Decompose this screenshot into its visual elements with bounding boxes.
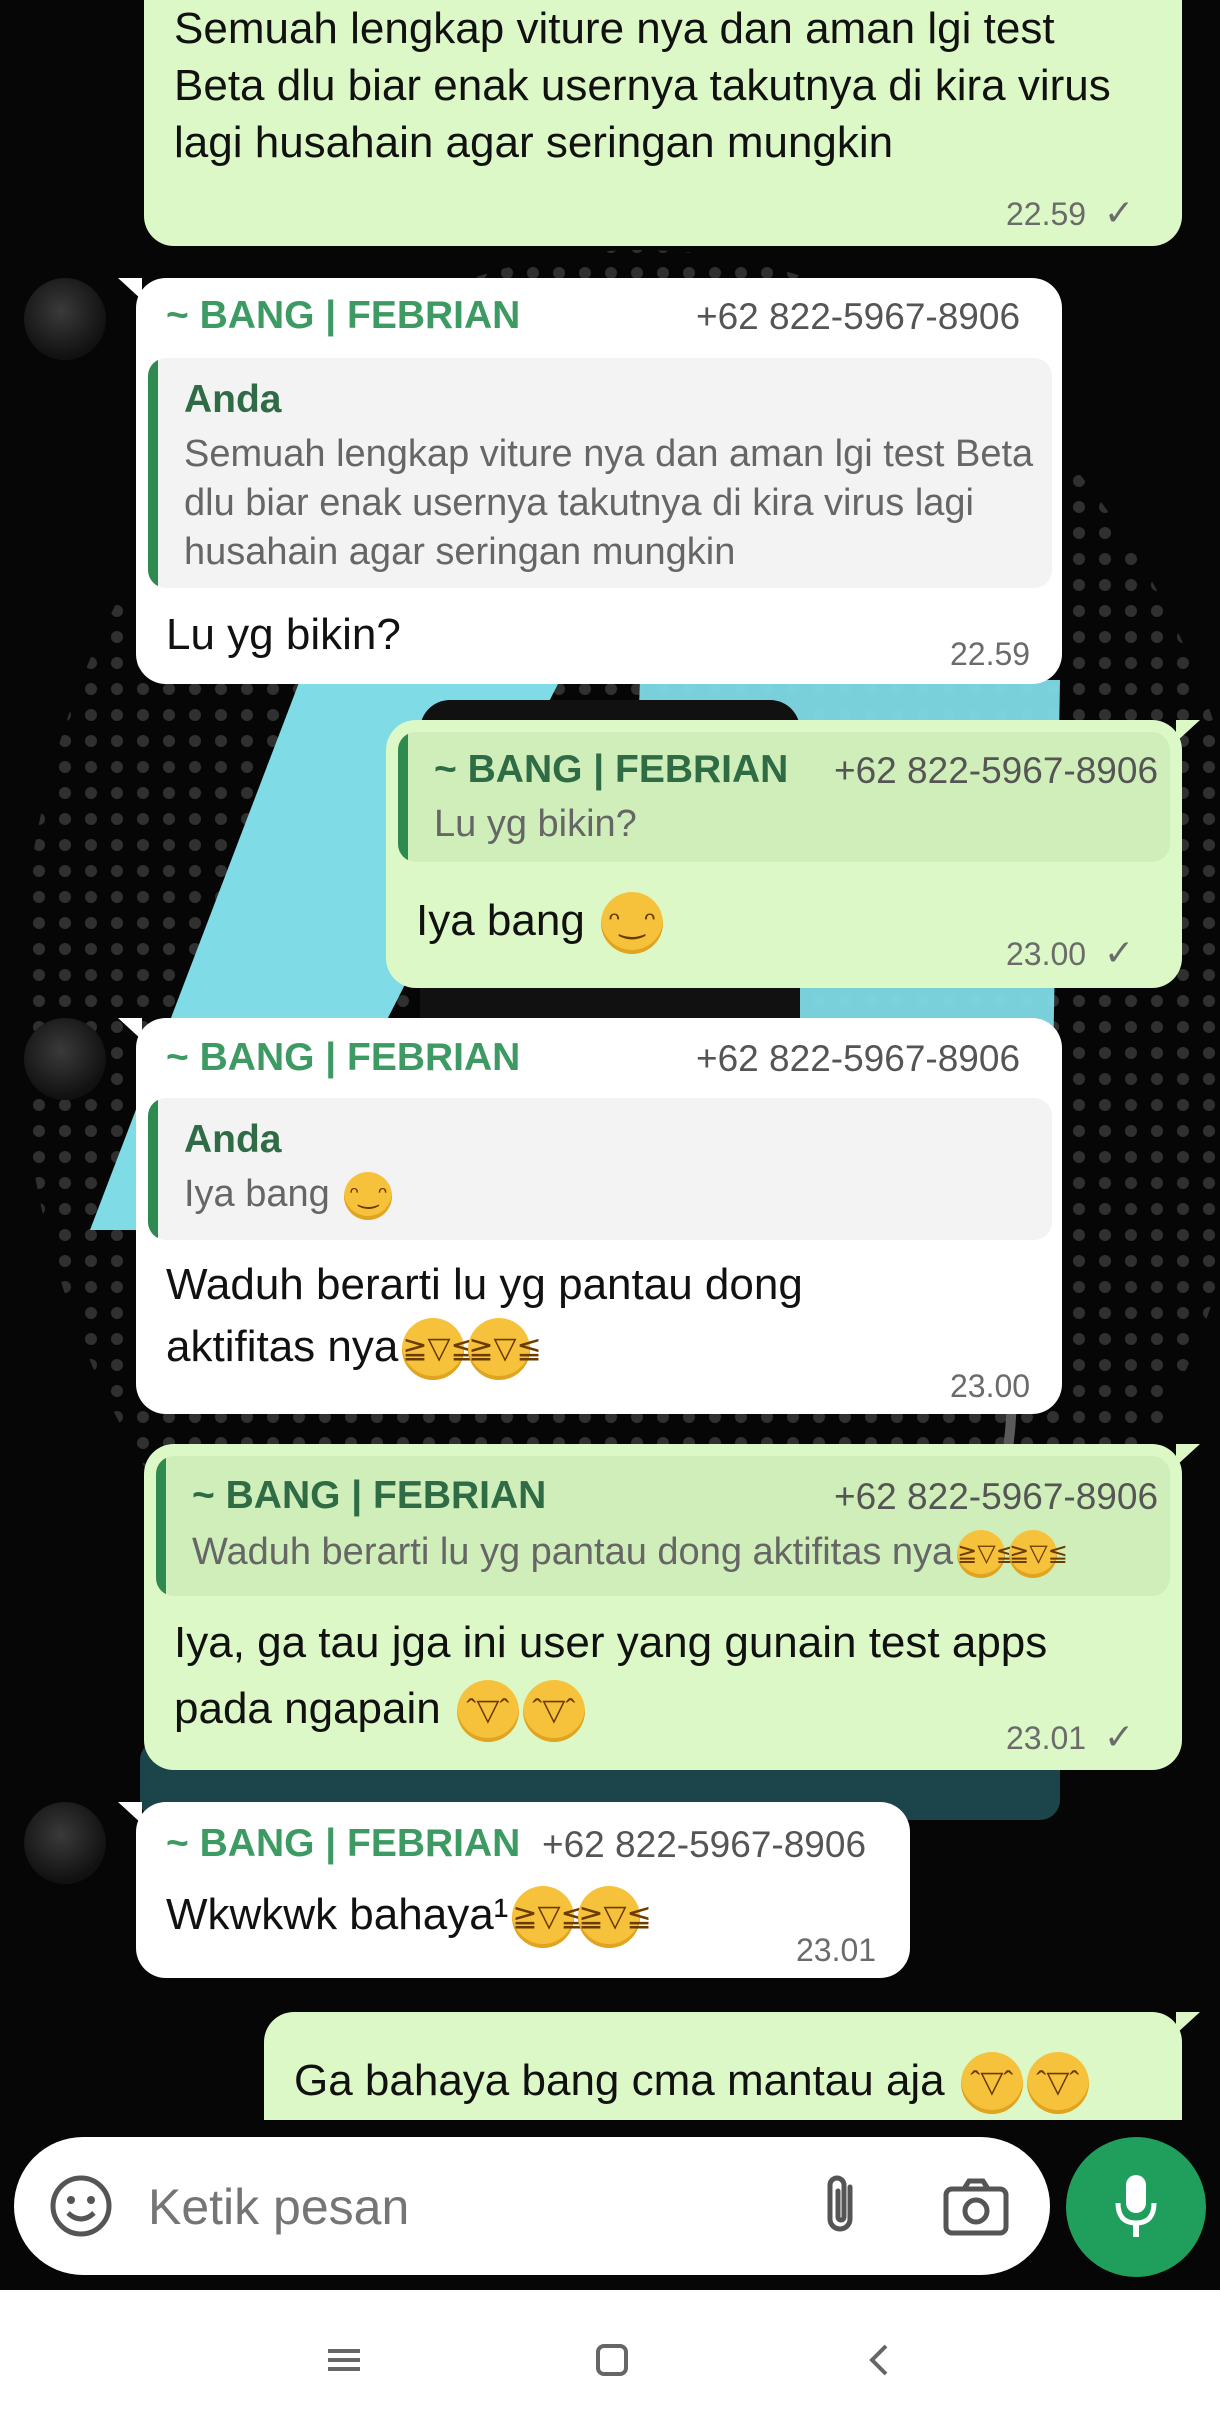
message-time: 23.00	[1006, 936, 1087, 972]
quoted-message[interactable]: ~ BANG | FEBRIAN +62 822-5967-8906 Waduh…	[156, 1456, 1170, 1596]
message-text: Ga bahaya bang cma mantau aja	[294, 2056, 945, 2105]
quote-phone: +62 822-5967-8906	[834, 750, 1159, 791]
bubble-tail	[1176, 1444, 1200, 1466]
message-text-row: pada ngapain ˆ▽ˆ ˆ▽ˆ	[174, 1680, 585, 1743]
back-icon[interactable]	[862, 2342, 898, 2383]
message-outgoing[interactable]: ~ BANG | FEBRIAN +62 822-5967-8906 Waduh…	[144, 1444, 1200, 1770]
message-text-row: Wkwkwk bahaya¹ ≧▽≦≧▽≦	[166, 1886, 652, 1949]
message-time: 23.01	[1006, 1720, 1087, 1756]
message-time: 23.00	[950, 1368, 1031, 1404]
message-time: 23.01	[796, 1932, 877, 1968]
sender-name[interactable]: ~ BANG | FEBRIAN	[166, 1822, 520, 1866]
chat-background: Semuah lengkap viture nya dan aman lgi t…	[0, 0, 1220, 2290]
message-text: Waduh berarti lu yg pantau dong	[166, 1260, 803, 1309]
message-incoming[interactable]: ~ BANG | FEBRIAN +62 822-5967-8906 Wkwkw…	[118, 1802, 910, 1978]
message-incoming[interactable]: ~ BANG | FEBRIAN +62 822-5967-8906 Anda …	[118, 1018, 1062, 1414]
mic-icon	[1114, 2173, 1158, 2246]
sender-phone: +62 822-5967-8906	[696, 296, 1021, 337]
joy-emoji-icon: ˆ▽ˆ	[1026, 2052, 1089, 2115]
system-navbar	[0, 2290, 1220, 2433]
quote-text: Waduh berarti lu yg pantau dong aktifita…	[192, 1531, 954, 1573]
sweat-smile-emoji-icon: ᵔ‿ᵔ	[344, 1171, 393, 1220]
quote-text: Lu yg bikin?	[434, 803, 637, 845]
quote-phone: +62 822-5967-8906	[834, 1476, 1159, 1517]
sender-name[interactable]: ~ BANG | FEBRIAN	[166, 1036, 520, 1080]
avatar[interactable]	[24, 1018, 106, 1100]
avatar[interactable]	[24, 278, 106, 360]
quoted-message[interactable]: Anda Iya bang ᵔ‿ᵔ	[148, 1098, 1052, 1240]
rofl-emoji-icon: ≧▽≦	[402, 1318, 476, 1381]
camera-icon[interactable]	[942, 2175, 1010, 2242]
message-input[interactable]	[146, 2167, 770, 2247]
message-time: 22.59	[1006, 196, 1087, 232]
rofl-emoji-icon: ≧▽≦	[468, 1318, 542, 1381]
bubble-tail	[1176, 720, 1200, 742]
quote-sender: Anda	[184, 1118, 282, 1161]
joy-emoji-icon: ˆ▽ˆ	[522, 1680, 585, 1743]
emoji-icon[interactable]	[48, 2173, 114, 2244]
bubble-tail	[1176, 2012, 1200, 2034]
sent-check-icon: ✓	[1104, 192, 1135, 233]
message-outgoing[interactable]: Semuah lengkap viture nya dan aman lgi t…	[144, 0, 1182, 246]
sender-name[interactable]: ~ BANG | FEBRIAN	[166, 294, 520, 338]
message-text-row: aktifitas nya ≧▽≦≧▽≦	[166, 1318, 542, 1381]
avatar[interactable]	[24, 1802, 106, 1884]
quoted-message[interactable]: ~ BANG | FEBRIAN +62 822-5967-8906 Lu yg…	[398, 732, 1170, 862]
quoted-message[interactable]: Anda Semuah lengkap viture nya dan aman …	[148, 358, 1052, 588]
message-text: aktifitas nya	[166, 1322, 399, 1371]
message-text: Semuah lengkap viture nya dan aman lgi t…	[174, 4, 1111, 167]
message-text: Wkwkwk bahaya¹	[166, 1890, 509, 1939]
bubble-tail	[118, 1018, 142, 1040]
message-outgoing[interactable]: ~ BANG | FEBRIAN +62 822-5967-8906 Lu yg…	[386, 720, 1200, 988]
sent-check-icon: ✓	[1104, 1716, 1135, 1757]
message-text-row: Iya bang ᵔ‿ᵔ	[416, 892, 664, 955]
message-composer[interactable]	[14, 2137, 1050, 2275]
recent-apps-icon[interactable]	[326, 2342, 362, 2383]
joy-emoji-icon: ˆ▽ˆ	[456, 1680, 519, 1743]
quote-sender: ~ BANG | FEBRIAN	[192, 1474, 547, 1517]
message-text: Iya bang	[416, 896, 585, 945]
joy-emoji-icon: ˆ▽ˆ	[960, 2052, 1023, 2115]
home-icon[interactable]	[594, 2342, 630, 2383]
mic-button[interactable]	[1066, 2137, 1206, 2277]
message-text: Iya, ga tau jga ini user yang gunain tes…	[174, 1618, 1048, 1667]
quote-text-row: Iya bang ᵔ‿ᵔ	[184, 1170, 393, 1220]
message-text: Lu yg bikin?	[166, 610, 401, 659]
quote-sender: ~ BANG | FEBRIAN	[434, 748, 789, 791]
rofl-emoji-icon: ≧▽≦	[512, 1886, 586, 1949]
message-incoming[interactable]: ~ BANG | FEBRIAN +62 822-5967-8906 Anda …	[118, 278, 1062, 684]
rofl-emoji-icon: ≧▽≦	[957, 1529, 1016, 1578]
quote-sender: Anda	[184, 378, 282, 421]
quote-bar	[148, 358, 158, 588]
quote-text: Semuah lengkap viture nya dan aman lgi t…	[184, 433, 1034, 573]
bubble-tail	[118, 278, 142, 300]
sent-check-icon: ✓	[1104, 932, 1135, 973]
quote-bar	[398, 732, 408, 862]
sweat-smile-emoji-icon: ᵔ‿ᵔ	[601, 892, 664, 955]
quote-text: Iya bang	[184, 1173, 330, 1215]
sender-phone: +62 822-5967-8906	[696, 1038, 1021, 1079]
quote-bar	[148, 1098, 158, 1240]
paperclip-icon[interactable]	[814, 2173, 870, 2244]
bubble-tail	[118, 1802, 142, 1824]
message-time: 22.59	[950, 636, 1031, 672]
message-text-row: Ga bahaya bang cma mantau aja ˆ▽ˆ ˆ▽ˆ	[294, 2052, 1089, 2115]
rofl-emoji-icon: ≧▽≦	[578, 1886, 652, 1949]
sender-phone: +62 822-5967-8906	[542, 1824, 867, 1865]
quote-bar	[156, 1456, 166, 1596]
rofl-emoji-icon: ≧▽≦	[1009, 1529, 1068, 1578]
message-text: pada ngapain	[174, 1684, 441, 1733]
quote-text-row: Waduh berarti lu yg pantau dong aktifita…	[192, 1528, 1068, 1578]
